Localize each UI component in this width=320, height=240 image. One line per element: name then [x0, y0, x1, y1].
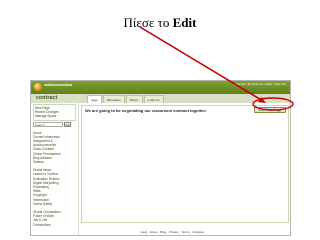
sidebar-item[interactable]: Sidebar [33, 160, 76, 164]
site-header: onlineconnections pltoman | My Account |… [31, 81, 290, 94]
browser-screenshot: onlineconnections pltoman | My Account |… [30, 80, 291, 236]
search-input[interactable]: Search [33, 121, 63, 127]
slide-title-edit: Edit [172, 15, 197, 30]
slide-title-text: Πίεσε το [123, 15, 173, 30]
tab-discussion[interactable]: discussion [102, 95, 125, 103]
sidebar-item[interactable]: Connections [33, 223, 76, 227]
search-button[interactable]: Go [64, 121, 71, 127]
site-footer[interactable]: Help · About · Blog · Privacy · Terms · … [141, 230, 204, 234]
content-text: We are going to be negotiating our class… [85, 108, 207, 113]
sidebar-nav-group-3: Global Connections Future of Work Job & … [33, 210, 76, 227]
wiki-meta: contract [261, 96, 272, 100]
tab-notify[interactable]: notify me [143, 95, 164, 103]
tab-page[interactable]: page [87, 95, 102, 103]
page-content: We are going to be negotiating our class… [81, 105, 289, 223]
page-title: contract [36, 95, 58, 101]
sidebar-item[interactable]: Online Safety [33, 202, 76, 206]
sidebar-link-manage-space[interactable]: Manage Space [35, 114, 74, 118]
slide-title: Πίεσε το Edit [0, 15, 320, 30]
sidebar-nav-group-2: Global News Learner's Toolbox Evaluation… [33, 168, 76, 206]
sidebar: New Page Recent Changes Manage Space Sea… [31, 103, 79, 235]
site-logo-icon[interactable] [34, 83, 42, 91]
site-name[interactable]: onlineconnections [44, 83, 72, 87]
sidebar-nav-group-1: Home Course Information Assignment & Ann… [33, 131, 76, 165]
page-tabs: page discussion history notify me [87, 95, 164, 103]
wiki-title-bar: contract page discussion history notify … [31, 94, 290, 103]
sidebar-user-box: New Page Recent Changes Manage Space [33, 104, 76, 121]
sidebar-search: Search Go [33, 121, 76, 127]
tab-history[interactable]: history [125, 95, 143, 103]
user-links[interactable]: pltoman | My Account | Help | Sign Out [235, 82, 286, 86]
edit-page-button[interactable]: Edit This Page [254, 107, 286, 113]
